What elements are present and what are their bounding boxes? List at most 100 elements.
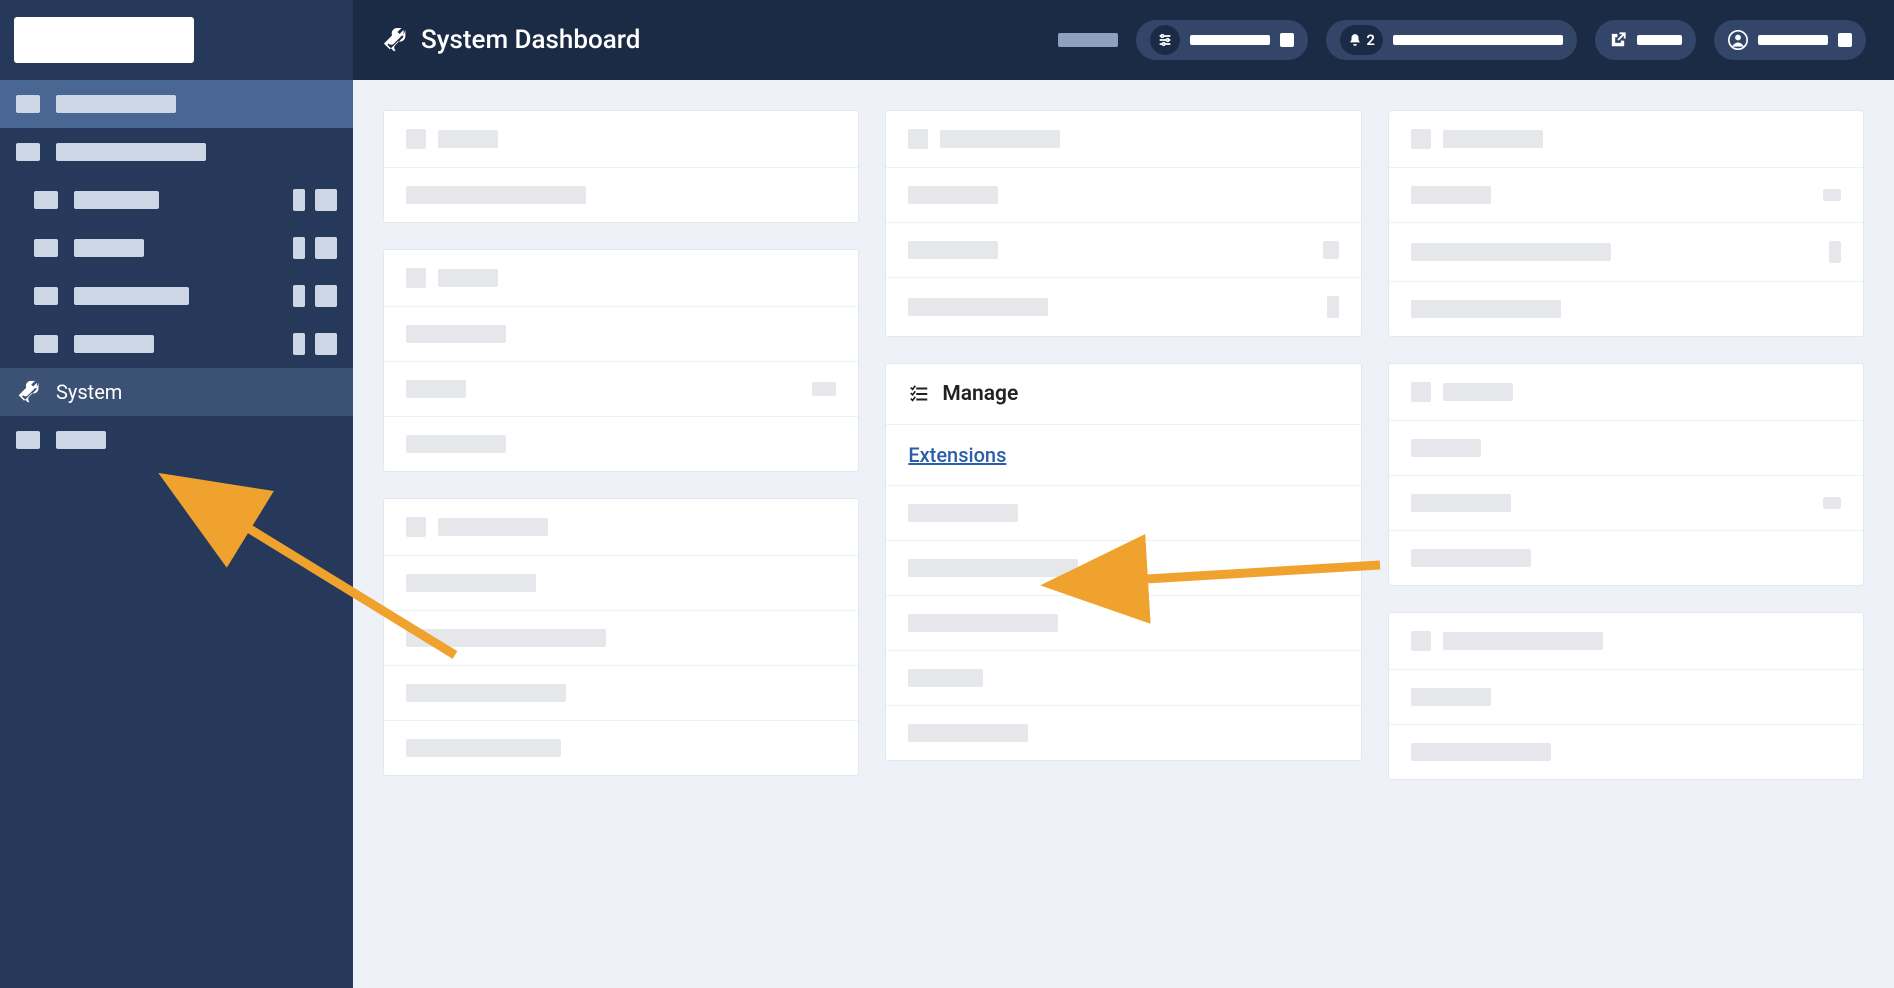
card-c1-3-row-1[interactable] xyxy=(384,556,858,611)
card-c3-1-row-1[interactable] xyxy=(1389,168,1863,223)
sidebar-item-1-label xyxy=(56,95,176,113)
sidebar-subitem-4-icon xyxy=(34,335,58,353)
topbar: System Dashboard 2 xyxy=(353,0,1894,80)
topbar-pill-user-label xyxy=(1758,35,1828,45)
card-c3-2 xyxy=(1388,363,1864,586)
sidebar-item-system[interactable]: System xyxy=(0,368,353,416)
card-c1-3-row-2[interactable] xyxy=(384,611,858,666)
topbar-pill-settings[interactable] xyxy=(1136,20,1308,60)
sidebar-item-system-label: System xyxy=(56,380,122,404)
card-c1-1-row-1-text xyxy=(406,186,586,204)
card-c3-2-title xyxy=(1443,383,1513,401)
card-c3-1-title xyxy=(1443,130,1543,148)
sidebar-item-2-icon xyxy=(16,143,40,161)
sidebar-item-last-icon xyxy=(16,431,40,449)
card-c3-3 xyxy=(1388,612,1864,780)
card-c2-1-row-3[interactable] xyxy=(886,278,1360,336)
user-icon xyxy=(1728,30,1748,50)
card-c3-3-row-1[interactable] xyxy=(1389,670,1863,725)
sidebar-subitem-4-expand-icon xyxy=(315,333,337,355)
card-manage-title: Manage xyxy=(942,382,1018,406)
card-c3-3-icon xyxy=(1411,631,1431,651)
card-c1-3 xyxy=(383,498,859,776)
column-3 xyxy=(1388,110,1864,780)
card-c1-1-row-1[interactable] xyxy=(384,168,858,222)
sidebar-subitem-1-expand-icon xyxy=(315,189,337,211)
sidebar-subitem-4[interactable] xyxy=(0,320,353,368)
card-c3-2-row-1[interactable] xyxy=(1389,421,1863,476)
card-c1-3-row-3[interactable] xyxy=(384,666,858,721)
extensions-link[interactable]: Extensions xyxy=(908,443,1006,467)
card-c1-1-title xyxy=(438,130,498,148)
sidebar-subitem-1-badge xyxy=(293,189,305,211)
content-area: Manage Extensions xyxy=(353,80,1894,988)
card-c3-2-row-3[interactable] xyxy=(1389,531,1863,585)
sidebar-subitem-1[interactable] xyxy=(0,176,353,224)
logo-area xyxy=(0,0,353,80)
notifications-count: 2 xyxy=(1366,31,1375,49)
card-c1-3-row-4[interactable] xyxy=(384,721,858,775)
topbar-pill-notifications-label xyxy=(1393,35,1563,45)
card-c3-2-row-2[interactable] xyxy=(1389,476,1863,531)
sidebar-subitem-3-expand-icon xyxy=(315,285,337,307)
card-manage-row-4[interactable] xyxy=(886,596,1360,651)
card-c1-3-icon xyxy=(406,517,426,537)
card-c1-3-header xyxy=(384,499,858,556)
card-c3-2-icon xyxy=(1411,382,1431,402)
card-manage-row-6[interactable] xyxy=(886,706,1360,760)
card-c1-1-header xyxy=(384,111,858,168)
card-manage-row-2[interactable] xyxy=(886,486,1360,541)
sidebar-item-1[interactable] xyxy=(0,80,353,128)
topbar-pill-user-caret xyxy=(1838,33,1852,47)
card-c2-1 xyxy=(885,110,1361,337)
card-manage-header: Manage xyxy=(886,364,1360,425)
wrench-icon xyxy=(381,27,407,53)
sidebar-subitem-3-badge xyxy=(293,285,305,307)
external-link-icon xyxy=(1609,31,1627,49)
topbar-text-placeholder xyxy=(1058,33,1118,47)
card-c3-1-row-3[interactable] xyxy=(1389,282,1863,336)
card-c3-3-header xyxy=(1389,613,1863,670)
card-manage-row-extensions[interactable]: Extensions xyxy=(886,425,1360,486)
card-c2-1-row-1[interactable] xyxy=(886,168,1360,223)
topbar-pill-settings-caret xyxy=(1280,33,1294,47)
card-c2-1-title xyxy=(940,130,1060,148)
sidebar-subitem-1-label xyxy=(74,191,159,209)
sidebar-subitem-3[interactable] xyxy=(0,272,353,320)
card-c1-2-row-2[interactable] xyxy=(384,362,858,417)
card-manage-row-3[interactable] xyxy=(886,541,1360,596)
topbar-pill-share-label xyxy=(1637,35,1682,45)
card-c1-1 xyxy=(383,110,859,223)
card-c2-1-header xyxy=(886,111,1360,168)
sidebar-subitem-2[interactable] xyxy=(0,224,353,272)
card-c3-1 xyxy=(1388,110,1864,337)
card-c1-2 xyxy=(383,249,859,472)
sidebar-subitem-2-icon xyxy=(34,239,58,257)
card-c3-1-icon xyxy=(1411,129,1431,149)
sidebar-subitem-1-icon xyxy=(34,191,58,209)
sidebar-subitem-2-label xyxy=(74,239,144,257)
topbar-pill-notifications[interactable]: 2 xyxy=(1326,20,1577,60)
sidebar-item-last[interactable] xyxy=(0,416,353,464)
card-manage-row-5[interactable] xyxy=(886,651,1360,706)
card-c2-1-row-2[interactable] xyxy=(886,223,1360,278)
topbar-pill-share[interactable] xyxy=(1595,20,1696,60)
sidebar-subitem-4-badge xyxy=(293,333,305,355)
sliders-icon xyxy=(1150,25,1180,55)
card-c1-2-title xyxy=(438,269,498,287)
sidebar-item-last-label xyxy=(56,431,106,449)
topbar-pill-user[interactable] xyxy=(1714,20,1866,60)
card-c1-2-row-3[interactable] xyxy=(384,417,858,471)
sidebar-subitem-3-label xyxy=(74,287,189,305)
card-c3-3-title xyxy=(1443,632,1603,650)
card-c1-2-row-1[interactable] xyxy=(384,307,858,362)
sidebar-item-2[interactable] xyxy=(0,128,353,176)
sidebar: System xyxy=(0,0,353,988)
card-c3-1-row-2[interactable] xyxy=(1389,223,1863,282)
checklist-icon xyxy=(908,383,930,405)
sidebar-subitem-2-expand-icon xyxy=(315,237,337,259)
sidebar-subitem-4-label xyxy=(74,335,154,353)
card-c3-3-row-2[interactable] xyxy=(1389,725,1863,779)
topbar-pill-settings-label xyxy=(1190,35,1270,45)
sidebar-subitem-3-icon xyxy=(34,287,58,305)
